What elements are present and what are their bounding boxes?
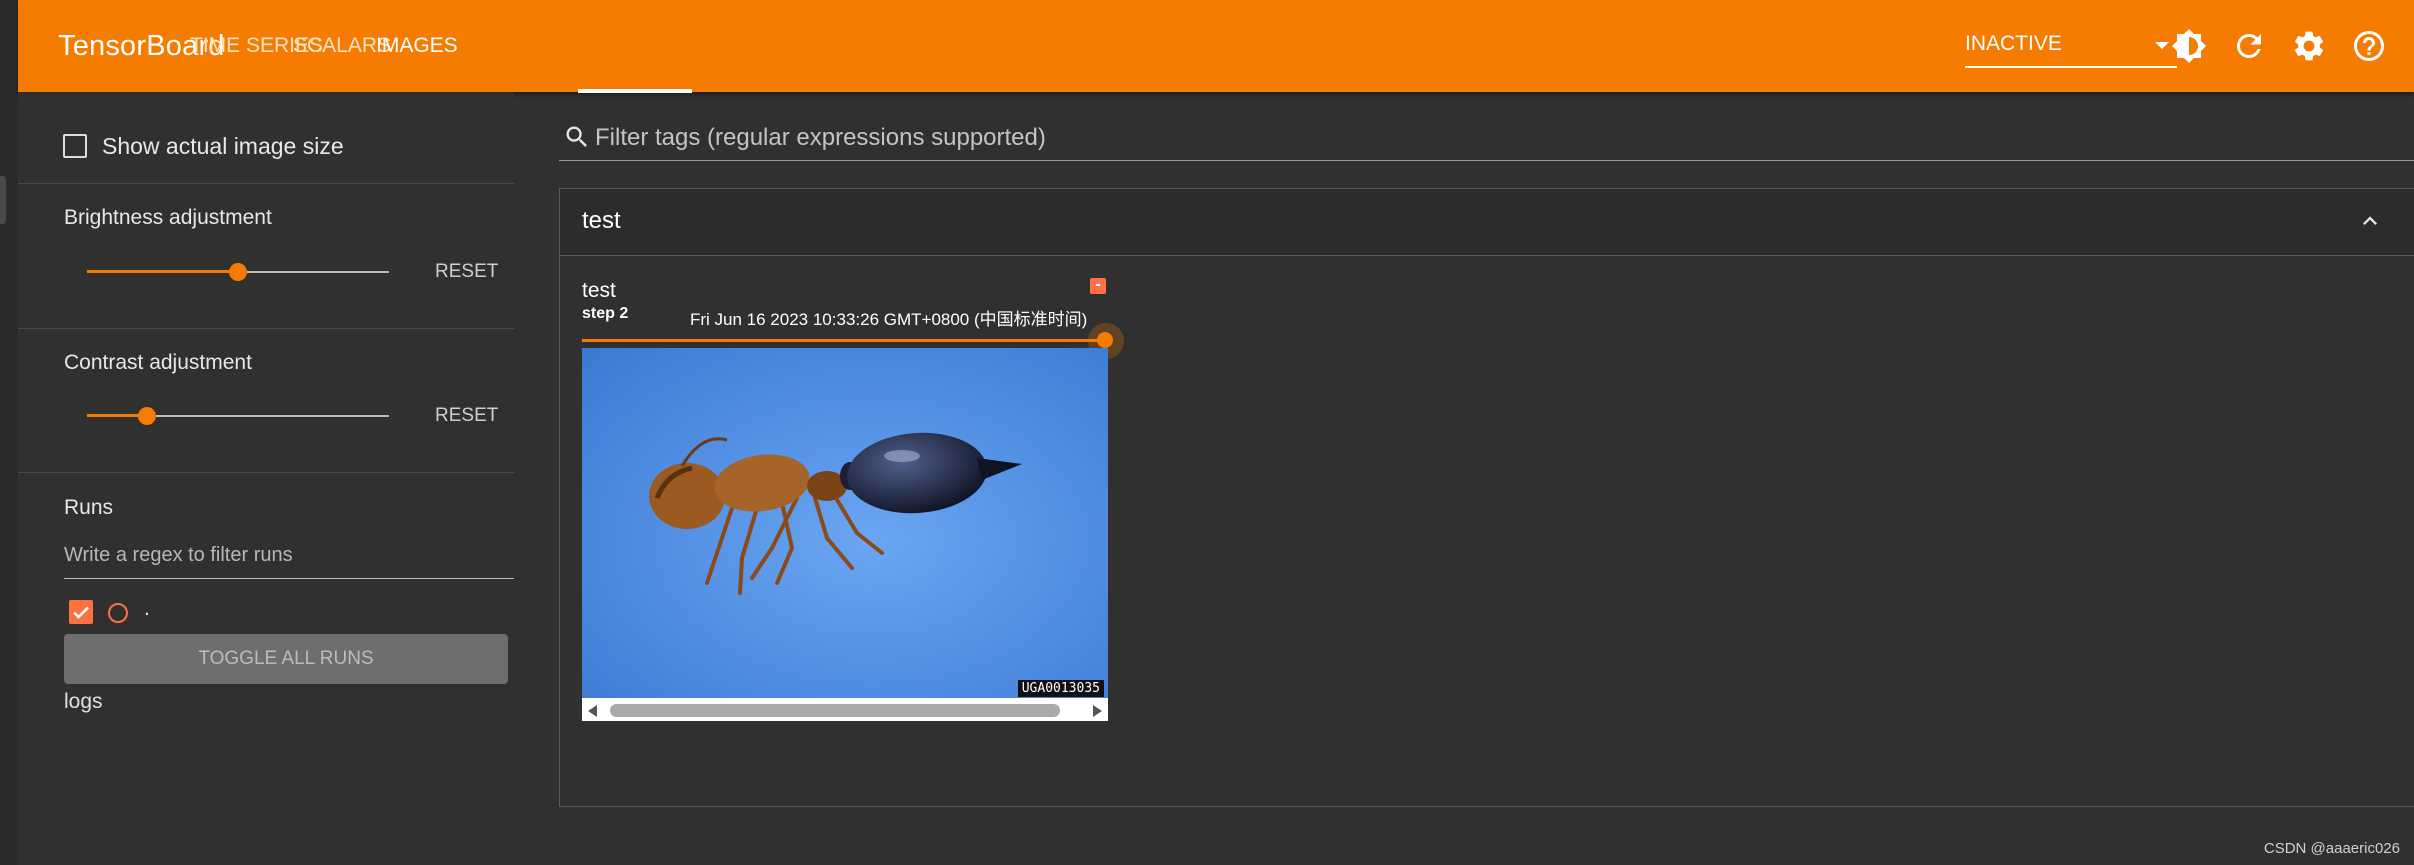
toggle-all-runs-button[interactable]: TOGGLE ALL RUNS xyxy=(64,634,508,684)
step-label: step xyxy=(582,305,615,322)
image-horizontal-scrollbar[interactable] xyxy=(582,700,1108,720)
brightness-label: Brightness adjustment xyxy=(64,206,272,229)
tag-group-title: test xyxy=(582,207,621,234)
run-group-label: logs xyxy=(64,690,103,713)
check-icon xyxy=(73,606,89,619)
brightness-reset-button[interactable]: RESET xyxy=(435,261,498,283)
run-filter-input[interactable]: Write a regex to filter runs xyxy=(64,544,514,579)
run-checkbox[interactable] xyxy=(69,600,93,624)
tag-filter-input[interactable]: Filter tags (regular expressions support… xyxy=(559,112,2414,161)
chevron-up-icon[interactable] xyxy=(2356,207,2384,235)
dropdown-caret-icon xyxy=(2155,42,2169,49)
slider-fill xyxy=(87,270,238,273)
refresh-icon[interactable] xyxy=(2231,28,2267,64)
run-name: . xyxy=(144,597,150,620)
run-color-swatch[interactable] xyxy=(108,603,128,623)
brightness-icon[interactable] xyxy=(2171,28,2207,64)
ant-image xyxy=(582,348,1108,698)
brightness-slider[interactable] xyxy=(87,260,389,284)
footer-watermark: CSDN @aaaeric026 xyxy=(2263,840,2400,857)
help-icon[interactable] xyxy=(2351,28,2387,64)
settings-icon[interactable] xyxy=(2291,28,2327,64)
step-slider-thumb[interactable] xyxy=(1097,332,1113,348)
tab-images[interactable]: IMAGES xyxy=(376,34,458,58)
run-color-badge xyxy=(1090,278,1106,294)
contrast-label: Contrast adjustment xyxy=(64,351,252,374)
step-value: 2 xyxy=(619,305,629,322)
image-tag-title: test xyxy=(582,279,616,302)
show-actual-size-checkbox[interactable] xyxy=(63,134,87,158)
scroll-left-arrow-icon[interactable] xyxy=(588,705,597,717)
runs-title: Runs xyxy=(64,496,114,519)
sidebar-divider xyxy=(18,183,514,184)
panel-resize-handle[interactable] xyxy=(0,176,6,224)
step-slider-fill xyxy=(582,339,1108,342)
image-card: test step 2 Fri Jun 16 2023 10:33:26 GMT… xyxy=(582,275,1124,721)
reload-status-select[interactable]: INACTIVE xyxy=(1965,30,2177,68)
scroll-right-arrow-icon[interactable] xyxy=(1093,705,1102,717)
active-tab-indicator xyxy=(578,89,692,93)
scrollbar-thumb[interactable] xyxy=(610,704,1060,717)
tag-filter-placeholder: Filter tags (regular expressions support… xyxy=(595,124,1046,151)
image-timestamp: Fri Jun 16 2023 10:33:26 GMT+0800 (中国标准时… xyxy=(690,310,1088,329)
slider-thumb[interactable] xyxy=(138,407,156,425)
contrast-slider[interactable] xyxy=(87,404,389,428)
sidebar-divider xyxy=(18,328,514,329)
image-viewport[interactable]: UGA0013035 xyxy=(582,348,1108,721)
image-step: step 2 xyxy=(582,305,628,323)
contrast-reset-button[interactable]: RESET xyxy=(435,405,498,427)
left-edge-strip xyxy=(0,0,18,865)
top-app-bar: TensorBoard TIME SERIES SCALARS IMAGES I… xyxy=(18,0,2414,93)
sidebar-divider xyxy=(18,472,514,473)
run-filter-placeholder: Write a regex to filter runs xyxy=(64,544,293,566)
slider-thumb[interactable] xyxy=(229,263,247,281)
step-slider[interactable] xyxy=(582,323,1124,359)
show-actual-size-label: Show actual image size xyxy=(102,133,344,159)
image-caption-tag: UGA0013035 xyxy=(1017,680,1104,697)
reload-status-value: INACTIVE xyxy=(1965,32,2062,55)
search-icon xyxy=(566,126,587,147)
tag-group-header[interactable]: test xyxy=(560,189,2414,256)
